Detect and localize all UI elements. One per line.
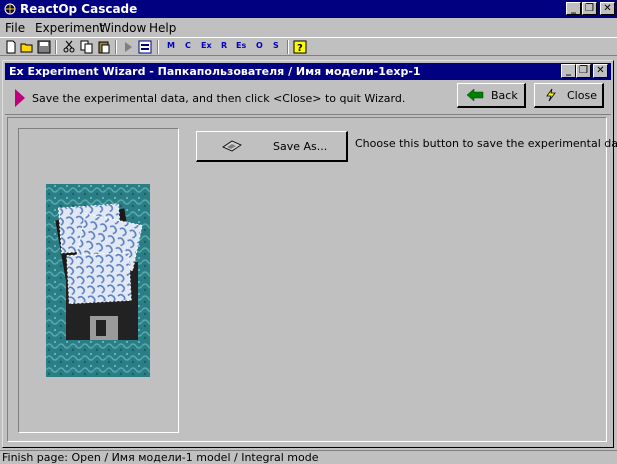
svg-text:?: ?	[297, 43, 303, 54]
cut-icon[interactable]	[62, 40, 76, 54]
save-as-label: Save As...	[273, 140, 328, 153]
menu-help[interactable]: Help	[149, 21, 176, 35]
app-title: ReactOp Cascade	[20, 2, 138, 16]
toolbar-button-m[interactable]: M	[167, 41, 175, 50]
toolbar-separator	[115, 40, 117, 54]
back-button[interactable]: Back	[457, 83, 526, 108]
wizard-minimize-button[interactable]: _	[561, 64, 576, 78]
toolbar-button-r[interactable]: R	[221, 41, 227, 50]
wizard-content: Save As... Choose this button to save th…	[7, 117, 617, 442]
close-wizard-button[interactable]: Close	[534, 83, 604, 108]
minimize-button[interactable]: _	[566, 2, 581, 15]
new-icon[interactable]	[4, 40, 18, 54]
wizard-restore-button[interactable]: ❐	[576, 64, 591, 78]
toolbar-button-es[interactable]: Es	[236, 41, 246, 50]
restore-button[interactable]: ❐	[582, 2, 597, 15]
app-titlebar[interactable]: ReactOp Cascade _ ❐ ✕	[0, 0, 617, 18]
wizard-title: Ex Experiment Wizard - Папкапользователя…	[9, 65, 421, 78]
status-bar: Finish page: Open / Имя модели-1 model /…	[0, 450, 617, 464]
close-button[interactable]: ✕	[600, 2, 615, 15]
menu-bar: File Experiment Window Help	[0, 18, 617, 37]
toolbar-separator	[287, 40, 289, 54]
paste-icon[interactable]	[97, 40, 111, 54]
illustration-panel	[18, 128, 179, 433]
save-as-description: Choose this button to save the experimen…	[355, 137, 617, 150]
report-icon[interactable]	[138, 40, 152, 54]
close-wizard-button-label: Close	[567, 89, 597, 102]
help-icon[interactable]: ?	[293, 40, 307, 54]
experiment-wizard-window: Ex Experiment Wizard - Папкапользователя…	[2, 60, 617, 448]
lightning-icon	[546, 88, 556, 102]
menu-experiment[interactable]: Experiment	[35, 21, 104, 35]
menu-file[interactable]: File	[5, 21, 25, 35]
menu-window[interactable]: Window	[99, 21, 146, 35]
back-button-label: Back	[491, 89, 518, 102]
toolbar: M C Ex R Es O S ?	[0, 37, 617, 56]
disk-save-icon	[222, 140, 242, 152]
save-icon[interactable]	[37, 40, 51, 54]
open-icon[interactable]	[20, 40, 34, 54]
instruction-bar: Save the experimental data, and then cli…	[5, 82, 611, 115]
wizard-close-button[interactable]: ✕	[593, 64, 608, 78]
instruction-arrow-icon	[15, 89, 25, 107]
toolbar-button-o[interactable]: O	[256, 41, 263, 50]
app-logo-icon	[4, 3, 16, 15]
toolbar-button-ex[interactable]: Ex	[201, 41, 212, 50]
floppy-disks-illustration	[46, 184, 150, 377]
toolbar-separator	[55, 40, 57, 54]
instruction-text: Save the experimental data, and then cli…	[32, 92, 406, 105]
wizard-titlebar[interactable]: Ex Experiment Wizard - Папкапользователя…	[5, 63, 611, 80]
toolbar-separator	[157, 40, 159, 54]
copy-icon[interactable]	[80, 40, 94, 54]
save-as-button[interactable]: Save As...	[196, 131, 348, 162]
toolbar-button-c[interactable]: C	[185, 41, 191, 50]
run-icon[interactable]	[121, 40, 135, 54]
back-arrow-icon	[466, 88, 484, 102]
toolbar-button-s[interactable]: S	[273, 41, 279, 50]
status-text: Finish page: Open / Имя модели-1 model /…	[2, 451, 319, 464]
